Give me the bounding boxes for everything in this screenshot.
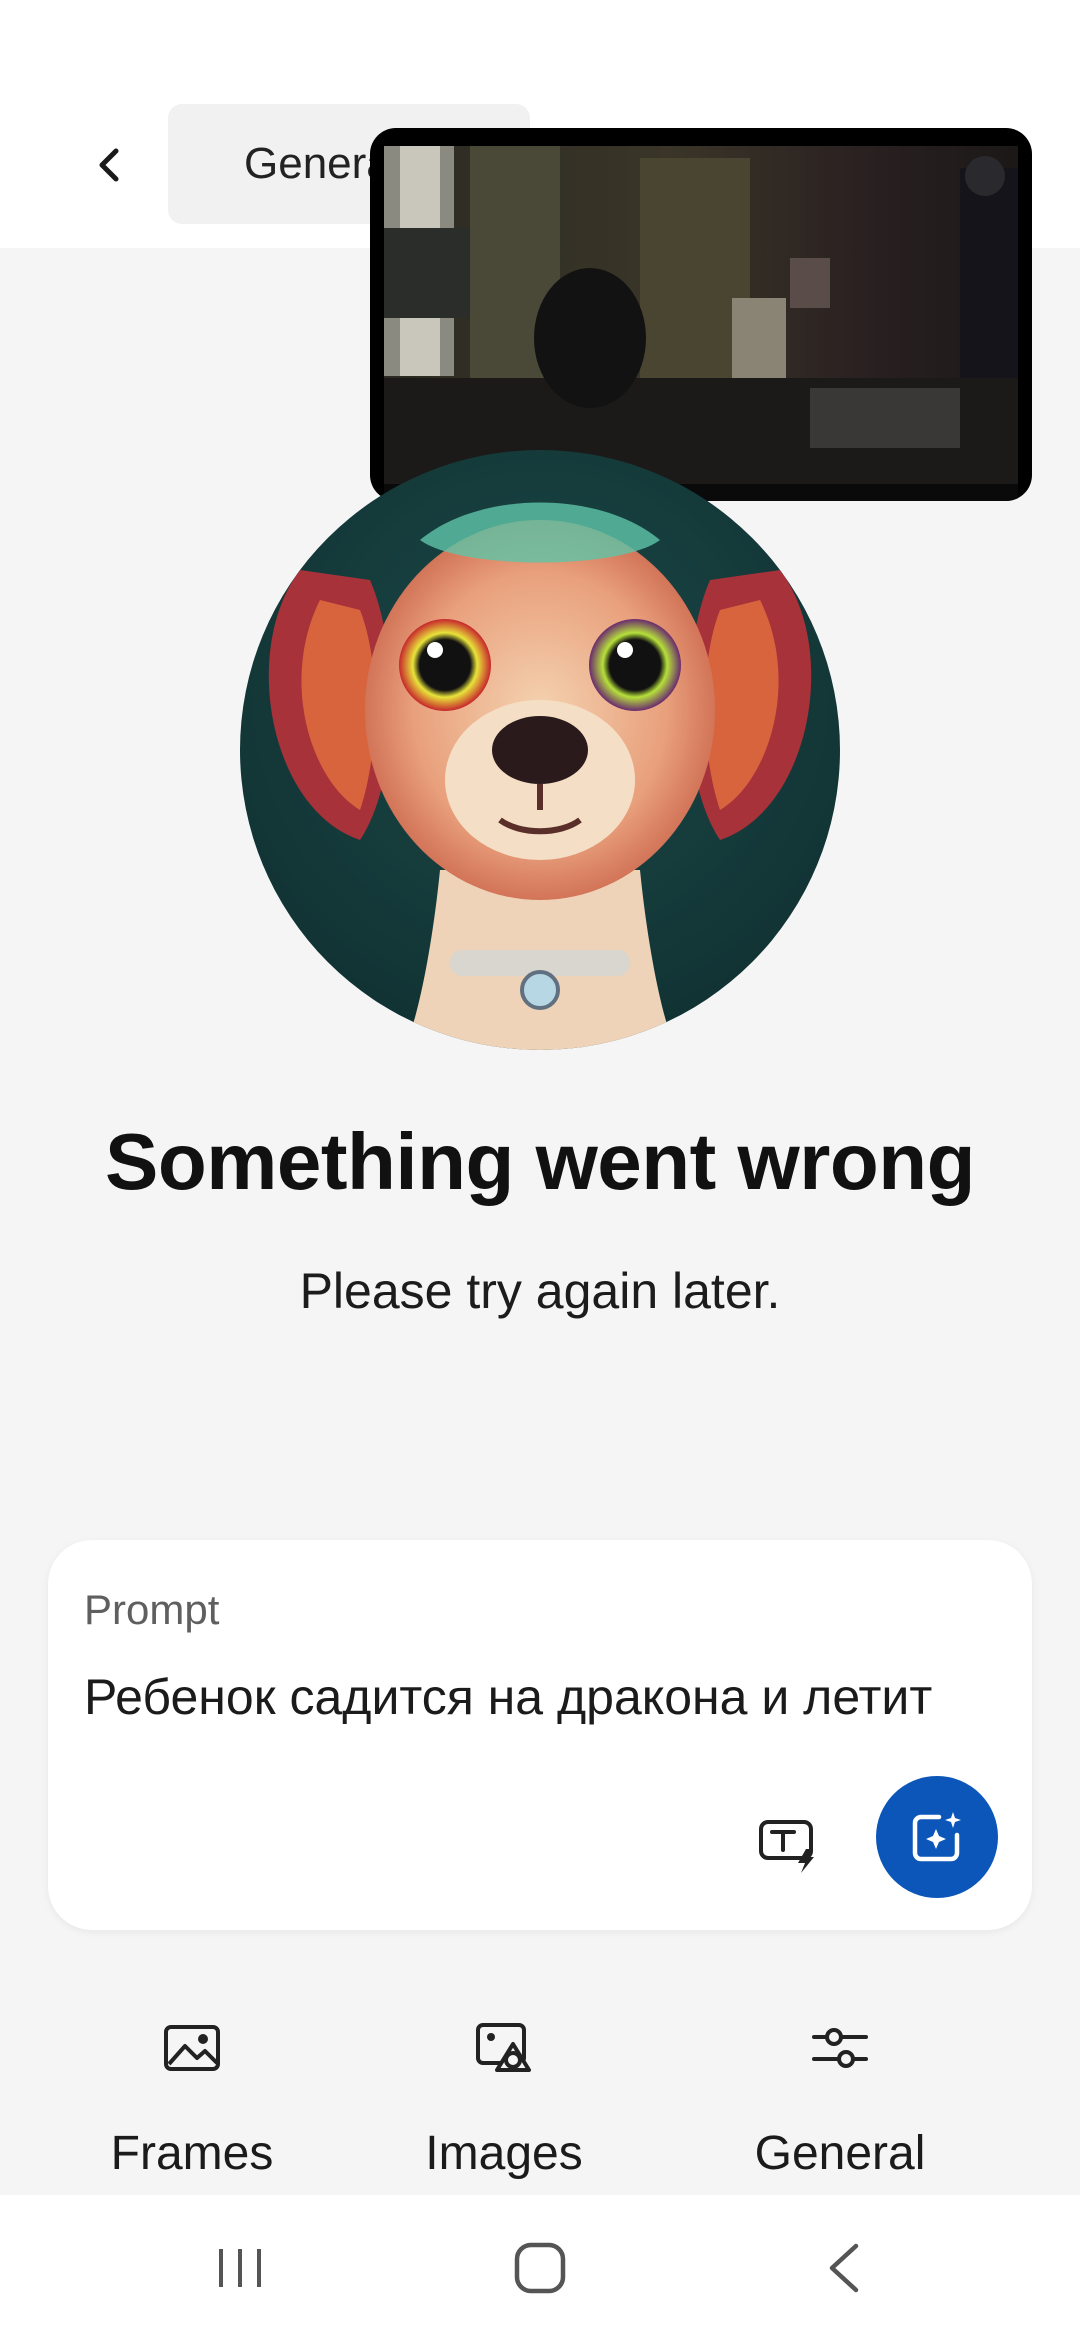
back-button[interactable] <box>70 130 150 200</box>
dog-illustration-image <box>240 450 840 1050</box>
frames-image-icon <box>164 2025 220 2071</box>
settings-tab-label: Genera <box>244 139 391 188</box>
home-icon <box>514 2242 566 2293</box>
error-subtitle: Please try again later. <box>299 1263 781 1319</box>
back-icon <box>829 2243 859 2292</box>
system-navigation-bar <box>0 2195 1080 2340</box>
error-title: Something went wrong <box>105 1117 975 1206</box>
tab-general-label: General <box>754 2127 926 2180</box>
video-frame <box>384 146 1018 501</box>
images-style-icon <box>476 2023 531 2072</box>
home-button[interactable] <box>440 2195 640 2340</box>
tab-frames[interactable]: Frames <box>42 2010 342 2190</box>
tab-general[interactable]: General <box>690 2010 990 2190</box>
text-effects-button[interactable] <box>744 1802 834 1892</box>
tab-frames-label: Frames <box>110 2127 274 2180</box>
prompt-card: Prompt Ребенок садится на дракона и лети… <box>48 1540 1032 1930</box>
sliders-icon <box>812 2028 868 2068</box>
generate-button[interactable] <box>876 1776 998 1898</box>
picture-in-picture-video[interactable] <box>370 128 1032 501</box>
nav-back-button[interactable] <box>744 2195 944 2340</box>
tab-images[interactable]: Images <box>354 2010 654 2190</box>
prompt-input[interactable]: Ребенок садится на дракона и летит <box>84 1668 932 1726</box>
dog-illustration-icon <box>240 450 840 1050</box>
text-effects-icon <box>759 1820 814 1873</box>
prompt-label: Prompt <box>84 1586 220 1633</box>
recents-icon <box>219 2248 261 2287</box>
tab-images-label: Images <box>425 2127 583 2180</box>
chevron-left-icon <box>99 148 119 182</box>
recents-button[interactable] <box>140 2195 340 2340</box>
generate-sparkle-icon <box>912 1812 961 1862</box>
